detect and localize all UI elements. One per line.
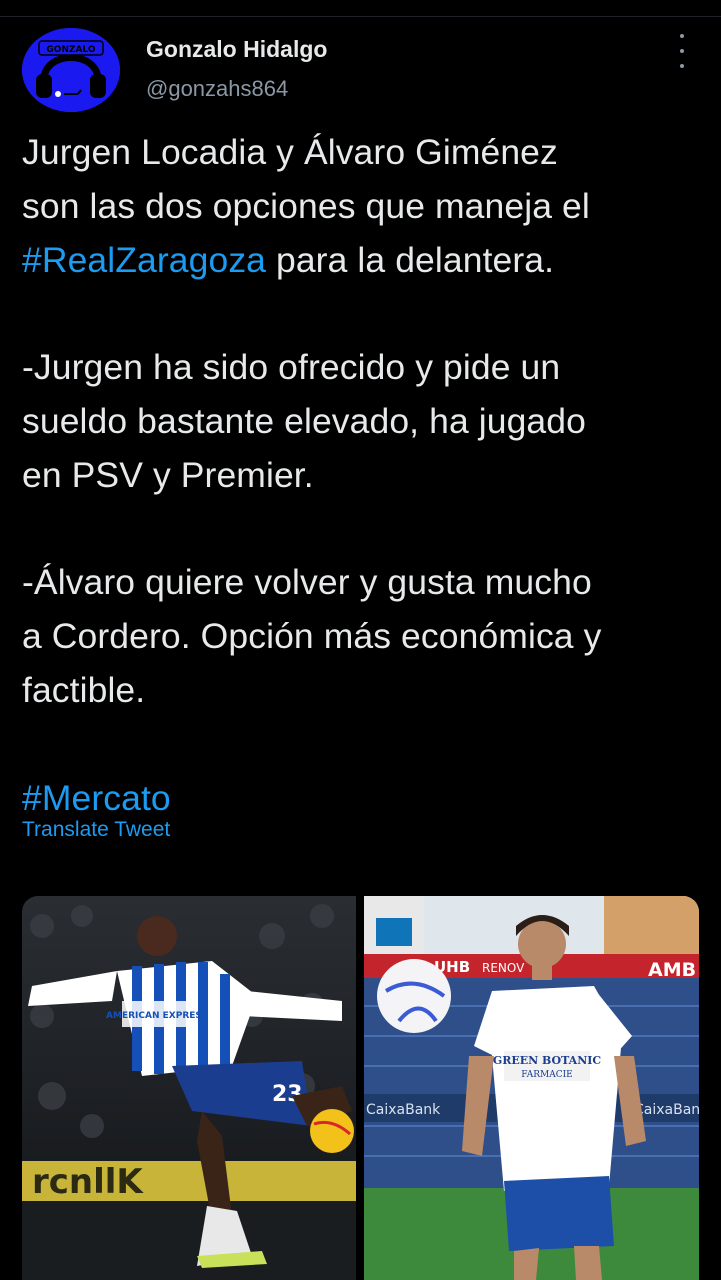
text-line-10: a Cordero. Opción más económica y	[22, 616, 602, 657]
text-line-9: -Álvaro quiere volver y gusta mucho	[22, 562, 592, 603]
more-vertical-icon[interactable]	[670, 34, 694, 68]
text-line-3: #RealZaragoza para la delantera.	[22, 234, 702, 288]
text-line-6: sueldo bastante elevado, ha jugado	[22, 400, 586, 441]
text-line-3-rest: para la delantera.	[266, 239, 555, 280]
ad-board-text: rcnllK	[32, 1162, 144, 1202]
sponsor-text: AMERICAN EXPRESS	[106, 1011, 208, 1021]
stadium-sign-caixabank-left: CaixaBank	[366, 1102, 441, 1118]
stadium-sign-renov: RENOV	[482, 961, 525, 975]
avatar-label: GONZALO	[46, 45, 95, 55]
text-line-1: Jurgen Locadia y Álvaro Giménez	[22, 132, 558, 172]
author-name[interactable]: Gonzalo Hidalgo	[146, 36, 327, 63]
top-divider	[0, 16, 721, 17]
translate-tweet-link[interactable]: Translate Tweet	[22, 818, 170, 842]
stadium-sign-amb: AMB	[648, 959, 696, 981]
hashtag-real-zaragoza[interactable]: #RealZaragoza	[22, 240, 266, 280]
photo-jurgen-locadia[interactable]: rcnllK AMERICAN EXPRESS 23	[22, 896, 356, 1280]
photo-alvaro-gimenez[interactable]: UHB RENOV AMB CaixaBank CaixaBank	[364, 896, 699, 1280]
tweet-text: Jurgen Locadia y Álvaro Giménez son las …	[22, 126, 702, 825]
tweet-header: GONZALO Gonzalo Hidalgo @gonzahs864	[22, 28, 702, 112]
avatar[interactable]: GONZALO	[22, 28, 120, 112]
sponsor-farmacie: FARMACIE	[521, 1070, 572, 1080]
author-handle[interactable]: @gonzahs864	[146, 76, 288, 102]
text-line-5: -Jurgen ha sido ofrecido y pide un	[22, 347, 561, 388]
football	[377, 959, 451, 1033]
text-line-11: factible.	[22, 669, 146, 710]
sponsor-green-botanic: GREEN BOTANIC	[493, 1054, 602, 1067]
tweet-media[interactable]: rcnllK AMERICAN EXPRESS 23 UHB RENOV AMB…	[22, 896, 699, 1280]
stadium-sign-caixabank-right: CaixaBank	[634, 1102, 699, 1118]
text-line-2: son las dos opciones que maneja el	[22, 185, 590, 226]
text-line-7: en PSV y Premier.	[22, 454, 314, 495]
